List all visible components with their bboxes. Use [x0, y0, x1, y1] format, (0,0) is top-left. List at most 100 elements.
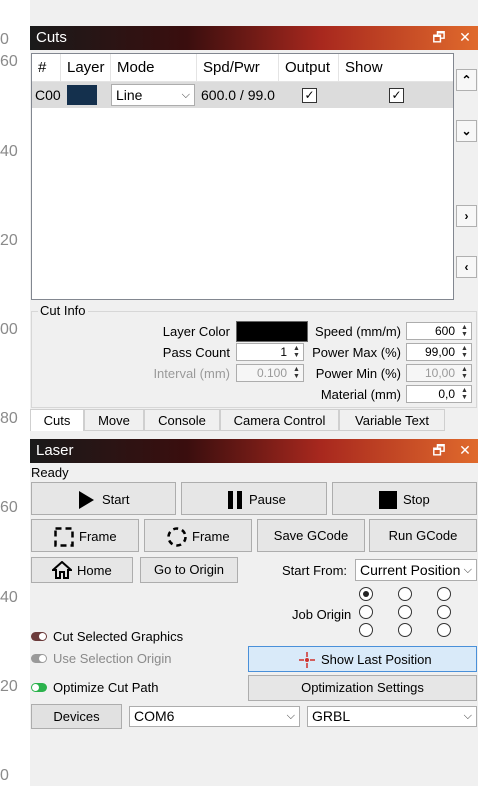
tab-variable-text[interactable]: Variable Text — [339, 409, 445, 431]
speed-spinbox[interactable]: 600 ▲ ▼ — [406, 322, 472, 340]
run-gcode-button[interactable]: Run GCode — [369, 519, 477, 552]
spin-arrows-icon[interactable]: ▲ ▼ — [459, 366, 470, 380]
home-button[interactable]: Home — [31, 557, 133, 583]
mode-value: Line — [116, 87, 143, 103]
arrow-right-button[interactable]: › — [456, 205, 477, 227]
power-min-spinbox[interactable]: 10,00 ▲ ▼ — [406, 364, 472, 382]
mode-dropdown[interactable]: Line ⌵ — [111, 84, 195, 106]
show-last-position-button[interactable]: Show Last Position — [248, 646, 477, 672]
optimization-settings-button[interactable]: Optimization Settings — [248, 675, 477, 701]
column-header-spd-pwr[interactable]: Spd/Pwr — [197, 54, 279, 81]
output-checkbox[interactable]: ✓ — [302, 88, 317, 103]
cut-selected-toggle[interactable] — [31, 632, 47, 641]
tab-cuts[interactable]: Cuts — [30, 409, 84, 431]
origin-middle-right-radio[interactable] — [437, 605, 451, 619]
cuts-panel-titlebar[interactable]: Cuts 🗗 ✕ — [30, 26, 478, 50]
material-spinbox[interactable]: 0,0 ▲ ▼ — [406, 385, 472, 403]
spin-arrows-icon[interactable]: ▲ ▼ — [459, 345, 470, 359]
material-value: 0,0 — [438, 387, 455, 401]
interval-label: Interval (mm) — [153, 366, 230, 381]
pass-count-spinbox[interactable]: 1 ▲ ▼ — [236, 343, 304, 361]
power-max-value: 99,00 — [424, 345, 455, 359]
interval-value: 0.100 — [256, 366, 287, 380]
origin-bottom-left-radio[interactable] — [359, 623, 373, 637]
firmware-dropdown[interactable]: GRBL ⌵ — [307, 706, 477, 727]
power-min-label: Power Min (%) — [315, 366, 401, 381]
ruler-label: 40 — [0, 589, 18, 606]
move-down-button[interactable]: ⌄ — [456, 120, 477, 142]
start-button[interactable]: Start — [31, 482, 176, 515]
spd-pwr-value: 600.0 / 99.0 — [201, 87, 275, 103]
float-icon[interactable]: 🗗 — [432, 28, 446, 46]
start-from-dropdown[interactable]: Current Position ⌵ — [355, 559, 477, 581]
use-selection-origin-label: Use Selection Origin — [53, 651, 172, 666]
origin-bottom-right-radio[interactable] — [437, 623, 451, 637]
ruler-label: 0 — [0, 767, 9, 784]
frame-circle-icon — [167, 527, 187, 547]
power-max-spinbox[interactable]: 99,00 ▲ ▼ — [406, 343, 472, 361]
layer-color-picker[interactable] — [236, 321, 308, 342]
spin-arrows-icon[interactable]: ▲ ▼ — [459, 387, 470, 401]
ruler-label: 80 — [0, 410, 18, 427]
ruler-label: 60 — [0, 499, 18, 516]
origin-center-radio[interactable] — [398, 605, 412, 619]
show-last-position-label: Show Last Position — [321, 652, 432, 667]
spin-arrows-icon[interactable]: ▲ ▼ — [291, 366, 302, 380]
frame-circle-button[interactable]: Frame — [144, 519, 252, 552]
column-header-layer[interactable]: Layer — [61, 54, 111, 81]
origin-top-right-radio[interactable] — [437, 587, 451, 601]
ruler-label: 20 — [0, 232, 18, 249]
devices-button[interactable]: Devices — [31, 704, 122, 729]
column-header-show[interactable]: Show — [339, 54, 453, 81]
cut-id: C00 — [35, 87, 61, 103]
chevron-down-icon: ⌵ — [463, 564, 472, 576]
close-icon[interactable]: ✕ — [458, 441, 472, 459]
float-icon[interactable]: 🗗 — [432, 441, 446, 459]
frame-rect-button[interactable]: Frame — [31, 519, 139, 552]
origin-bottom-center-radio[interactable] — [398, 623, 412, 637]
pause-button[interactable]: Pause — [181, 482, 327, 515]
ruler-label: 00 — [0, 321, 18, 338]
ruler-label: 60 — [0, 53, 18, 70]
show-checkbox[interactable]: ✓ — [389, 88, 404, 103]
move-up-button[interactable]: ⌃ — [456, 69, 477, 91]
power-max-label: Power Max (%) — [312, 345, 401, 360]
origin-top-center-radio[interactable] — [398, 587, 412, 601]
pause-icon — [228, 491, 242, 509]
chevron-down-icon: ⌵ — [181, 89, 190, 101]
start-from-label: Start From: — [282, 563, 348, 578]
pass-count-value: 1 — [280, 345, 287, 359]
close-icon[interactable]: ✕ — [458, 28, 472, 46]
cut-info-legend: Cut Info — [38, 303, 88, 318]
tab-camera-control[interactable]: Camera Control — [220, 409, 339, 431]
go-to-origin-button[interactable]: Go to Origin — [140, 557, 238, 583]
column-header-number[interactable]: # — [32, 54, 61, 81]
origin-top-left-radio[interactable] — [359, 587, 373, 601]
laser-panel-titlebar[interactable]: Laser 🗗 ✕ — [30, 439, 478, 463]
pass-count-label: Pass Count — [162, 345, 230, 360]
origin-middle-left-radio[interactable] — [359, 605, 373, 619]
home-label: Home — [77, 563, 112, 578]
optimize-cut-path-label: Optimize Cut Path — [53, 680, 159, 695]
laser-status: Ready — [31, 465, 69, 480]
spin-arrows-icon[interactable]: ▲ ▼ — [291, 345, 302, 359]
interval-spinbox[interactable]: 0.100 ▲ ▼ — [236, 364, 304, 382]
arrow-left-button[interactable]: ‹ — [456, 256, 477, 278]
use-selection-origin-toggle[interactable] — [31, 654, 47, 663]
optimize-cut-path-toggle[interactable] — [31, 683, 47, 692]
tab-move[interactable]: Move — [84, 409, 144, 431]
home-icon — [52, 561, 72, 579]
port-dropdown[interactable]: COM6 ⌵ — [129, 706, 300, 727]
stop-button[interactable]: Stop — [332, 482, 477, 515]
table-row[interactable]: C00 Line ⌵ 600.0 / 99.0 ✓ ✓ — [32, 82, 453, 108]
spin-arrows-icon[interactable]: ▲ ▼ — [459, 324, 470, 338]
cuts-table[interactable]: # Layer Mode Spd/Pwr Output Show C00 Lin… — [31, 53, 454, 300]
tab-console[interactable]: Console — [144, 409, 220, 431]
column-header-mode[interactable]: Mode — [111, 54, 197, 81]
save-gcode-button[interactable]: Save GCode — [257, 519, 365, 552]
laser-panel-title: Laser — [36, 442, 74, 459]
job-origin-label: Job Origin — [292, 607, 352, 622]
column-header-output[interactable]: Output — [279, 54, 339, 81]
frame-rectangle-icon — [54, 527, 74, 547]
cuts-panel-title: Cuts — [36, 29, 67, 46]
